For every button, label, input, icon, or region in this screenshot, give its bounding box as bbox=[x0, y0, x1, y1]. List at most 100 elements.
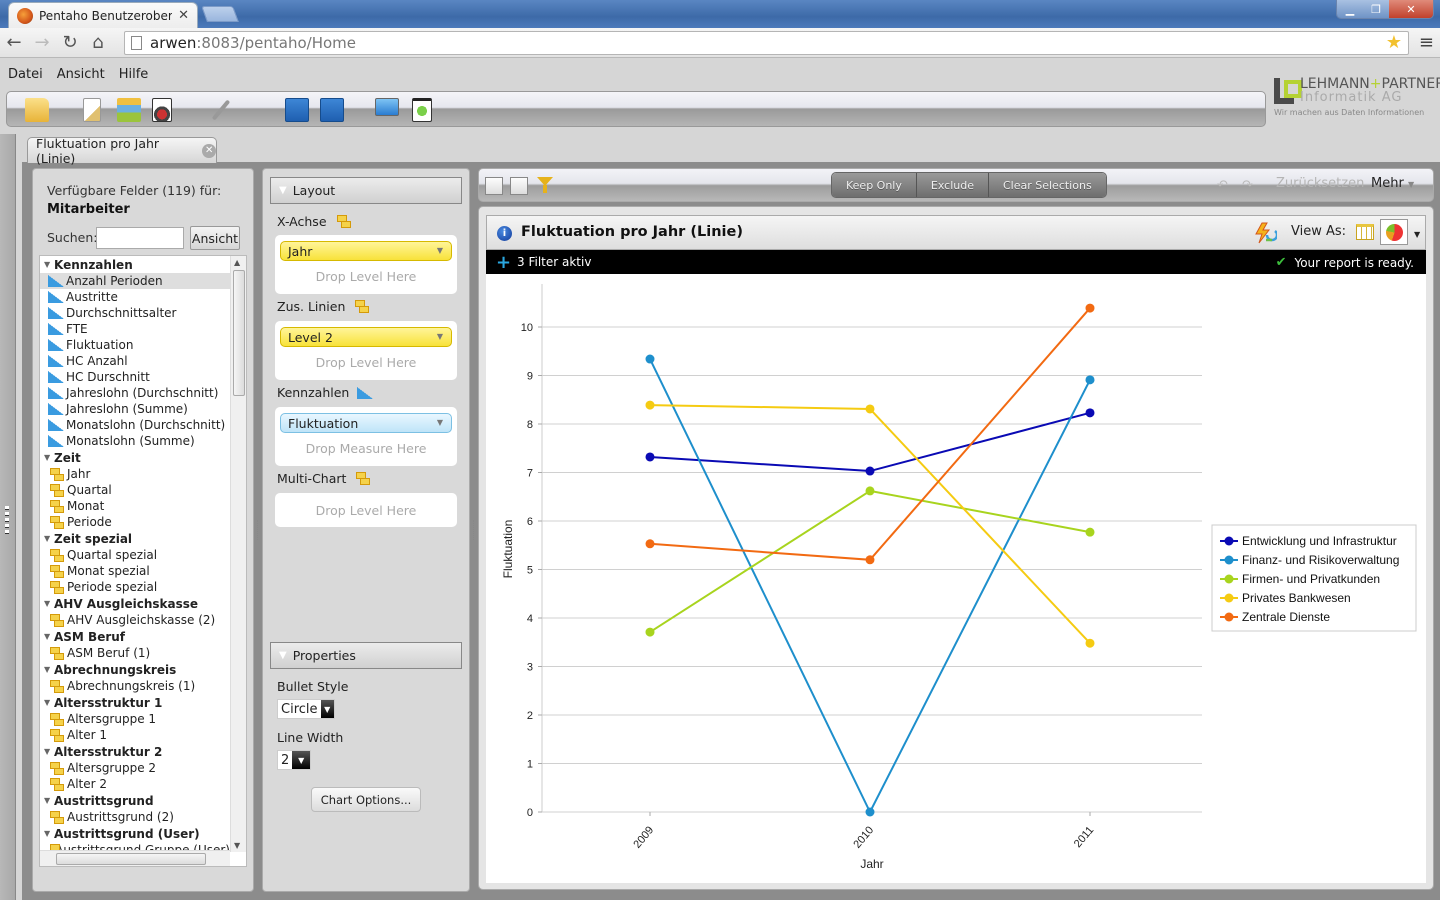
tree-item[interactable]: Periode bbox=[40, 514, 230, 530]
redo-icon[interactable]: ↷ bbox=[1242, 178, 1253, 193]
expand-triangle-icon[interactable]: ▼ bbox=[44, 632, 54, 641]
info-icon[interactable]: i bbox=[497, 226, 512, 241]
layout-section-header[interactable]: ▼ Layout bbox=[270, 177, 462, 204]
tree-item[interactable]: Jahreslohn (Summe) bbox=[40, 401, 230, 417]
collapsed-side-panel[interactable] bbox=[0, 134, 16, 900]
menu-datei[interactable]: Datei bbox=[8, 67, 43, 82]
measures-pill[interactable]: Fluktuation ▼ bbox=[280, 413, 452, 433]
tree-item[interactable]: Quartal spezial bbox=[40, 547, 230, 563]
close-window-button[interactable]: ✕ bbox=[1389, 0, 1433, 18]
tree-group[interactable]: ▼ Kennzahlen bbox=[40, 256, 230, 273]
tree-item[interactable]: Jahreslohn (Durchschnitt) bbox=[40, 385, 230, 401]
expand-triangle-icon[interactable]: ▼ bbox=[44, 534, 54, 543]
lines-pill[interactable]: Level 2 ▼ bbox=[280, 327, 452, 347]
auto-refresh-icon[interactable] bbox=[1253, 222, 1277, 244]
bullet-style-select[interactable]: Circle ▼ bbox=[277, 699, 335, 719]
tree-group[interactable]: ▼ ASM Beruf bbox=[40, 628, 230, 645]
tree-item[interactable]: Monatslohn (Durchschnitt) bbox=[40, 417, 230, 433]
close-tab-icon[interactable]: ✕ bbox=[178, 8, 189, 23]
table-view-icon[interactable] bbox=[1356, 224, 1374, 240]
tree-item[interactable]: Jahr bbox=[40, 466, 230, 482]
filter-count[interactable]: 3 Filter aktiv bbox=[517, 255, 591, 269]
chevron-down-icon[interactable]: ▼ bbox=[437, 418, 443, 427]
clear-selections-button[interactable]: Clear Selections bbox=[988, 173, 1106, 197]
tree-item[interactable]: Periode spezial bbox=[40, 579, 230, 595]
tree-item[interactable]: Austritte bbox=[40, 289, 230, 305]
chart-options-button[interactable]: Chart Options... bbox=[311, 787, 421, 812]
new-dashboard-icon[interactable] bbox=[152, 98, 172, 122]
chevron-down-icon[interactable]: ▼ bbox=[292, 751, 310, 769]
save-as-icon[interactable] bbox=[320, 98, 344, 122]
expand-triangle-icon[interactable]: ▼ bbox=[44, 829, 54, 838]
tree-item[interactable]: Austrittsgrund (2) bbox=[40, 809, 230, 825]
hscroll-thumb[interactable] bbox=[56, 853, 206, 865]
scroll-down-icon[interactable]: ▼ bbox=[234, 841, 240, 850]
tree-item[interactable]: Monat bbox=[40, 498, 230, 514]
expand-triangle-icon[interactable]: ▼ bbox=[44, 747, 54, 756]
view-button[interactable]: Ansicht bbox=[190, 226, 240, 250]
tree-item[interactable]: Monat spezial bbox=[40, 563, 230, 579]
chevron-down-icon[interactable]: ▼ bbox=[437, 246, 443, 255]
expand-filters-icon[interactable]: + bbox=[496, 252, 511, 273]
expand-triangle-icon[interactable]: ▼ bbox=[44, 665, 54, 674]
minimize-button[interactable]: ▁ bbox=[1337, 0, 1363, 18]
new-report-icon[interactable] bbox=[83, 98, 101, 122]
address-bar[interactable]: arwen :8083/pentaho/Home ★ bbox=[124, 31, 1409, 55]
tree-group[interactable]: ▼ AHV Ausgleichskasse bbox=[40, 595, 230, 612]
tree-item[interactable]: HC Durschnitt bbox=[40, 369, 230, 385]
chevron-down-icon[interactable]: ▼ bbox=[320, 700, 334, 718]
vertical-scrollbar[interactable]: ▲ ▼ bbox=[230, 256, 246, 852]
tree-group[interactable]: ▼ Abrechnungskreis bbox=[40, 661, 230, 678]
tree-item[interactable]: HC Anzahl bbox=[40, 353, 230, 369]
run-icon[interactable] bbox=[412, 98, 432, 122]
expand-triangle-icon[interactable]: ▼ bbox=[44, 260, 54, 269]
restore-button[interactable]: ❐ bbox=[1363, 0, 1389, 18]
menu-hilfe[interactable]: Hilfe bbox=[119, 67, 149, 82]
save-icon[interactable] bbox=[285, 98, 309, 122]
expand-triangle-icon[interactable]: ▼ bbox=[44, 599, 54, 608]
x-axis-pill[interactable]: Jahr ▼ bbox=[280, 241, 452, 261]
back-button[interactable]: ← bbox=[0, 29, 28, 57]
chart-type-dropdown-icon[interactable]: ▼ bbox=[1414, 230, 1420, 239]
open-folder-icon[interactable] bbox=[25, 98, 49, 122]
properties-section-header[interactable]: ▼ Properties bbox=[270, 642, 462, 669]
measures-dropzone[interactable]: Fluktuation ▼ Drop Measure Here bbox=[275, 407, 457, 466]
expand-triangle-icon[interactable]: ▼ bbox=[44, 453, 54, 462]
tree-group[interactable]: ▼ Zeit bbox=[40, 449, 230, 466]
tree-item[interactable]: Abrechnungskreis (1) bbox=[40, 678, 230, 694]
keep-only-button[interactable]: Keep Only bbox=[832, 173, 917, 197]
tree-item[interactable]: Altersgruppe 2 bbox=[40, 760, 230, 776]
tree-item[interactable]: ASM Beruf (1) bbox=[40, 645, 230, 661]
tree-item[interactable]: FTE bbox=[40, 321, 230, 337]
document-tab[interactable]: Fluktuation pro Jahr (Linie) ✕ bbox=[27, 136, 217, 166]
lines-dropzone[interactable]: Level 2 ▼ Drop Level Here bbox=[275, 321, 457, 380]
scroll-up-icon[interactable]: ▲ bbox=[234, 258, 240, 267]
tree-group[interactable]: ▼ Zeit spezial bbox=[40, 530, 230, 547]
filter-icon[interactable] bbox=[537, 177, 553, 193]
tree-item[interactable]: AHV Ausgleichskasse (2) bbox=[40, 612, 230, 628]
search-input[interactable] bbox=[96, 227, 184, 249]
tree-item[interactable]: Monatslohn (Summe) bbox=[40, 433, 230, 449]
edit-icon[interactable] bbox=[211, 99, 231, 121]
expand-triangle-icon[interactable]: ▼ bbox=[44, 698, 54, 707]
browser-menu-icon[interactable]: ≡ bbox=[1419, 32, 1434, 53]
menu-ansicht[interactable]: Ansicht bbox=[57, 67, 105, 82]
panel-splitter[interactable] bbox=[473, 520, 476, 540]
tree-group[interactable]: ▼ Altersstruktur 2 bbox=[40, 743, 230, 760]
bookmark-star-icon[interactable]: ★ bbox=[1386, 32, 1402, 53]
tree-item[interactable]: Quartal bbox=[40, 482, 230, 498]
reload-button[interactable]: ↻ bbox=[56, 29, 84, 57]
tree-group[interactable]: ▼ Austrittsgrund (User) bbox=[40, 825, 230, 842]
close-document-icon[interactable]: ✕ bbox=[202, 143, 216, 158]
panel-splitter[interactable] bbox=[257, 520, 260, 540]
horizontal-scrollbar[interactable] bbox=[40, 850, 230, 866]
home-button[interactable]: ⌂ bbox=[84, 29, 112, 57]
tree-item[interactable]: Alter 1 bbox=[40, 727, 230, 743]
forward-button[interactable]: → bbox=[28, 29, 56, 57]
browser-tab[interactable]: Pentaho Benutzeroberfläc ✕ bbox=[8, 2, 198, 28]
scroll-thumb[interactable] bbox=[233, 270, 245, 396]
toggle-layout-icon[interactable] bbox=[510, 177, 528, 195]
reset-button[interactable]: Zurücksetzen bbox=[1276, 176, 1364, 191]
new-tab-button[interactable] bbox=[201, 6, 239, 22]
presentation-icon[interactable] bbox=[375, 98, 399, 116]
